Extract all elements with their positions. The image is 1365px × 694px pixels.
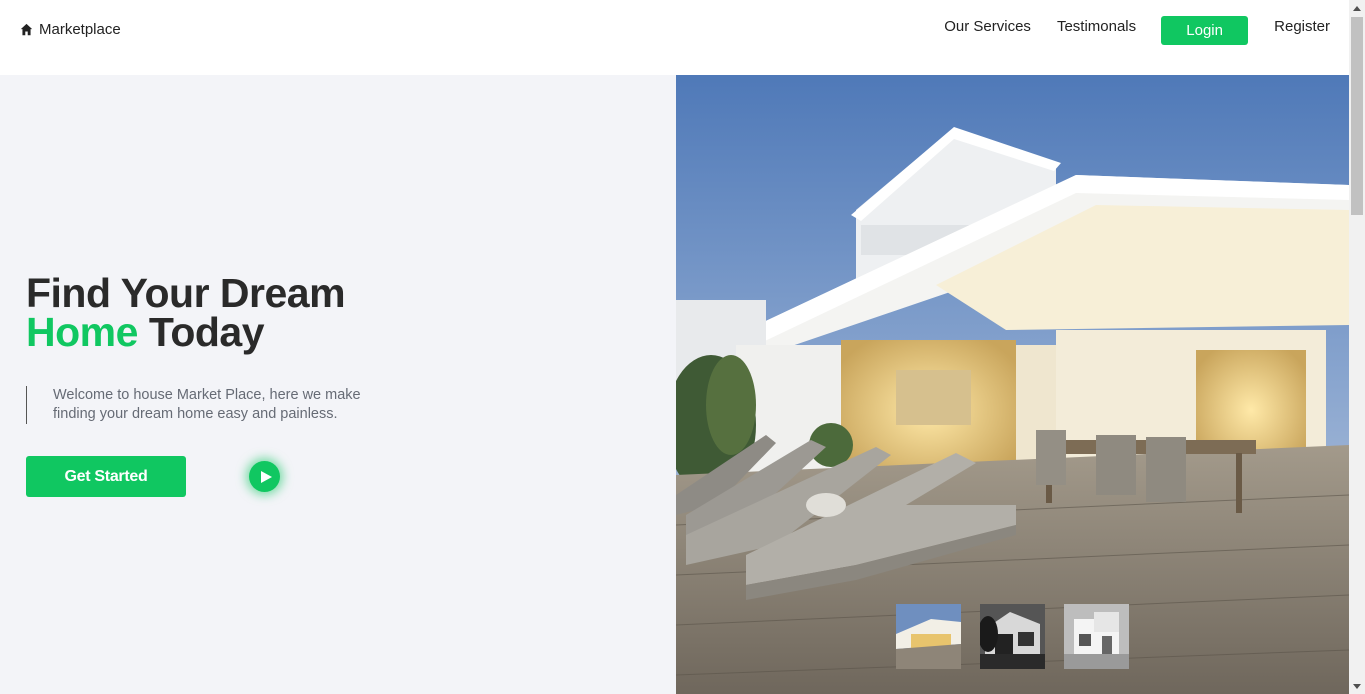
thumb-house-color	[896, 604, 961, 669]
hero-image-panel	[676, 75, 1349, 694]
get-started-button[interactable]: Get Started	[26, 456, 186, 497]
play-video-button[interactable]	[249, 461, 280, 492]
play-icon	[260, 470, 272, 483]
hero-tagline: Welcome to house Market Place, here we m…	[26, 386, 386, 424]
scroll-down-arrow[interactable]	[1349, 678, 1365, 694]
hero-house-image	[676, 75, 1349, 694]
brand-label: Marketplace	[39, 21, 121, 38]
home-icon	[20, 23, 33, 36]
main-nav: Our Services Testimonals Login Register	[944, 16, 1330, 45]
nav-link-testimonials[interactable]: Testimonals	[1057, 18, 1136, 35]
hero-headline: Find Your Dream Home Today	[26, 273, 346, 355]
headline-accent-word: Home	[26, 309, 138, 355]
thumb-house-bw	[980, 604, 1045, 669]
gallery-thumb-3[interactable]	[1064, 604, 1129, 669]
gallery-thumb-2[interactable]	[980, 604, 1045, 669]
gallery-thumb-1[interactable]	[896, 604, 961, 669]
top-navbar: Marketplace Our Services Testimonals Log…	[0, 0, 1349, 75]
nav-link-register[interactable]: Register	[1274, 18, 1330, 35]
scroll-up-arrow[interactable]	[1349, 0, 1365, 16]
login-button[interactable]: Login	[1161, 16, 1249, 45]
nav-link-services[interactable]: Our Services	[944, 18, 1031, 35]
page-scrollbar[interactable]	[1349, 0, 1365, 694]
brand-link[interactable]: Marketplace	[20, 21, 121, 38]
gallery-thumbnails	[896, 604, 1129, 669]
thumb-modern-house	[1064, 604, 1129, 669]
hero-text-panel: Find Your Dream Home Today Welcome to ho…	[0, 75, 676, 694]
scrollbar-thumb[interactable]	[1351, 17, 1363, 215]
headline-rest: Today	[137, 309, 265, 355]
